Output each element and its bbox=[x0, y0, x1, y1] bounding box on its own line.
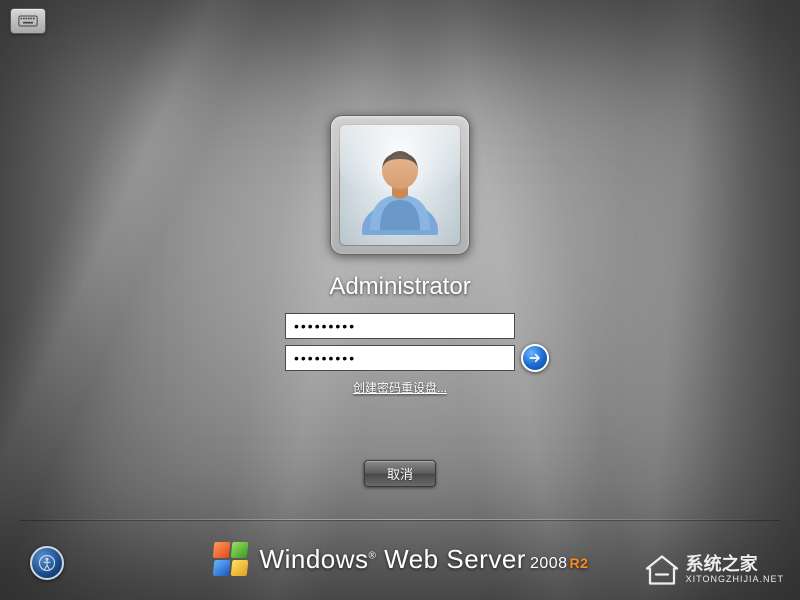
keyboard-icon bbox=[18, 14, 38, 28]
watermark-sub: XITONGZHIJIA.NET bbox=[686, 575, 784, 585]
username-label: Administrator bbox=[329, 273, 470, 301]
watermark-text: 系统之家 XITONGZHIJIA.NET bbox=[686, 555, 784, 585]
watermark-house-icon bbox=[644, 552, 680, 588]
submit-button[interactable] bbox=[521, 344, 549, 372]
watermark-main: 系统之家 bbox=[686, 555, 784, 575]
brand-year: 2008 bbox=[530, 555, 568, 572]
password-reset-link[interactable]: 创建密码重设盘... bbox=[353, 379, 447, 396]
watermark: 系统之家 XITONGZHIJIA.NET bbox=[644, 552, 784, 588]
ease-of-access-icon bbox=[38, 554, 56, 572]
cancel-button[interactable]: 取消 bbox=[364, 460, 436, 487]
login-panel: Administrator 创建密码重设盘... bbox=[260, 115, 540, 396]
password-input-1[interactable] bbox=[285, 313, 515, 339]
brand-mid: Web Server bbox=[384, 544, 526, 574]
brand-tm: ® bbox=[369, 550, 377, 561]
user-icon bbox=[350, 135, 450, 235]
brand-prefix: Windows bbox=[260, 544, 369, 574]
branding-text: Windows® Web Server2008R2 bbox=[260, 544, 589, 575]
user-avatar bbox=[339, 124, 461, 246]
os-branding: Windows® Web Server2008R2 bbox=[212, 540, 589, 578]
password-row-2 bbox=[285, 345, 515, 371]
bottom-divider bbox=[20, 519, 780, 520]
password-row-1 bbox=[285, 313, 515, 339]
arrow-right-icon bbox=[527, 350, 543, 366]
ease-of-access-button[interactable] bbox=[30, 546, 64, 580]
password-input-2[interactable] bbox=[285, 345, 515, 371]
user-avatar-tile bbox=[330, 115, 470, 255]
windows-flag-icon bbox=[212, 540, 250, 578]
brand-suffix: R2 bbox=[570, 555, 589, 571]
on-screen-keyboard-button[interactable] bbox=[10, 8, 46, 34]
